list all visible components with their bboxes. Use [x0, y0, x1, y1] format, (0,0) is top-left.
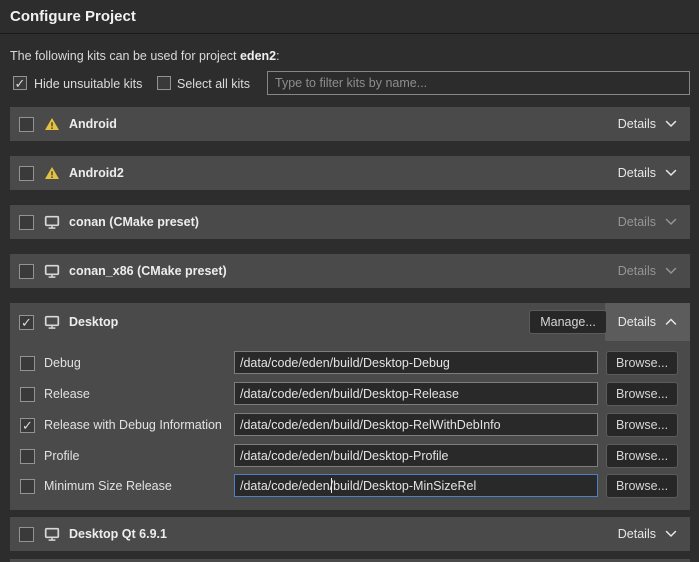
browse-button[interactable]: Browse...	[606, 351, 678, 375]
build-config-checkbox[interactable]	[20, 387, 35, 402]
build-dir-field	[234, 413, 598, 436]
build-config-row-relwithdebinfo: Release with Debug Information Browse...	[10, 413, 690, 437]
chevron-down-icon	[665, 218, 677, 226]
details-button: Details	[605, 254, 690, 288]
select-all-label: Select all kits	[177, 77, 250, 91]
desktop-icon	[44, 527, 60, 542]
details-label: Details	[618, 264, 656, 278]
build-dir-field	[234, 351, 598, 374]
kit-checkbox[interactable]	[19, 527, 34, 542]
kit-checkbox[interactable]	[19, 166, 34, 181]
configure-project-page: Configure Project The following kits can…	[0, 0, 699, 562]
kit-row-desktop-qt[interactable]: Desktop Qt 6.9.1 Details	[10, 517, 690, 551]
kit-filter-input[interactable]	[267, 71, 690, 95]
build-config-row-debug: Debug Browse...	[10, 351, 690, 375]
details-button[interactable]: Details	[605, 303, 690, 341]
build-dir-input[interactable]	[234, 413, 598, 436]
warning-icon	[44, 117, 60, 131]
subtitle-text: The following kits can be used for proje…	[10, 49, 240, 63]
kit-name: Android2	[69, 166, 124, 180]
hide-unsuitable-label: Hide unsuitable kits	[34, 77, 142, 91]
details-button[interactable]: Details	[605, 107, 690, 141]
kit-row-desktop: Desktop Manage... Details Debug Browse..…	[10, 303, 690, 510]
chevron-down-icon	[665, 169, 677, 177]
build-config-label: Minimum Size Release	[44, 479, 172, 493]
browse-button[interactable]: Browse...	[606, 474, 678, 498]
build-dir-input[interactable]	[234, 351, 598, 374]
desktop-icon	[44, 215, 60, 230]
build-config-checkbox[interactable]	[20, 479, 35, 494]
kit-checkbox[interactable]	[19, 315, 34, 330]
build-config-row-profile: Profile Browse...	[10, 444, 690, 468]
kit-name: conan (CMake preset)	[69, 215, 199, 229]
build-config-label: Profile	[44, 449, 79, 463]
build-dir-field	[234, 444, 598, 467]
build-dir-field	[234, 382, 598, 405]
kit-checkbox[interactable]	[19, 117, 34, 132]
page-title: Configure Project	[10, 8, 136, 25]
build-config-row-minsizerel: Minimum Size Release Browse...	[10, 474, 690, 498]
chevron-down-icon	[665, 120, 677, 128]
kit-row-android[interactable]: Android Details	[10, 107, 690, 141]
desktop-icon	[44, 315, 60, 330]
details-button[interactable]: Details	[605, 156, 690, 190]
hide-unsuitable-checkbox[interactable]	[13, 76, 27, 90]
kit-row-conan[interactable]: conan (CMake preset) Details	[10, 205, 690, 239]
kit-name: Android	[69, 117, 117, 131]
project-name: eden2	[240, 49, 276, 63]
build-config-checkbox[interactable]	[20, 356, 35, 371]
browse-button[interactable]: Browse...	[606, 382, 678, 406]
chevron-down-icon	[665, 267, 677, 275]
kit-checkbox[interactable]	[19, 215, 34, 230]
browse-button[interactable]: Browse...	[606, 444, 678, 468]
details-label: Details	[618, 315, 656, 329]
kit-checkbox[interactable]	[19, 264, 34, 279]
kit-name: Desktop	[69, 315, 118, 329]
kit-row-conan-x86[interactable]: conan_x86 (CMake preset) Details	[10, 254, 690, 288]
build-dir-input[interactable]	[234, 444, 598, 467]
subtitle-colon: :	[276, 49, 279, 63]
details-label: Details	[618, 166, 656, 180]
build-config-row-release: Release Browse...	[10, 382, 690, 406]
kits-subtitle: The following kits can be used for proje…	[10, 49, 280, 63]
build-dir-field	[234, 474, 598, 497]
kit-name: conan_x86 (CMake preset)	[69, 264, 227, 278]
details-label: Details	[618, 117, 656, 131]
details-button[interactable]: Details	[605, 517, 690, 551]
kit-row-android2[interactable]: Android2 Details	[10, 156, 690, 190]
details-button: Details	[605, 205, 690, 239]
kit-name: Desktop Qt 6.9.1	[69, 527, 167, 541]
details-label: Details	[618, 215, 656, 229]
browse-button[interactable]: Browse...	[606, 413, 678, 437]
build-dir-input[interactable]	[234, 382, 598, 405]
select-all-checkbox[interactable]	[157, 76, 171, 90]
build-config-label: Release with Debug Information	[44, 418, 222, 432]
build-config-label: Release	[44, 387, 90, 401]
build-config-checkbox[interactable]	[20, 418, 35, 433]
warning-icon	[44, 166, 60, 180]
build-config-checkbox[interactable]	[20, 449, 35, 464]
manage-button[interactable]: Manage...	[529, 310, 607, 334]
build-dir-input-focused[interactable]	[234, 474, 598, 497]
details-label: Details	[618, 527, 656, 541]
build-config-label: Debug	[44, 356, 81, 370]
chevron-down-icon	[665, 530, 677, 538]
kit-header-desktop[interactable]: Desktop Manage... Details	[10, 303, 690, 341]
chevron-up-icon	[665, 318, 677, 326]
text-caret	[331, 478, 332, 493]
title-separator	[0, 33, 699, 34]
desktop-icon	[44, 264, 60, 279]
